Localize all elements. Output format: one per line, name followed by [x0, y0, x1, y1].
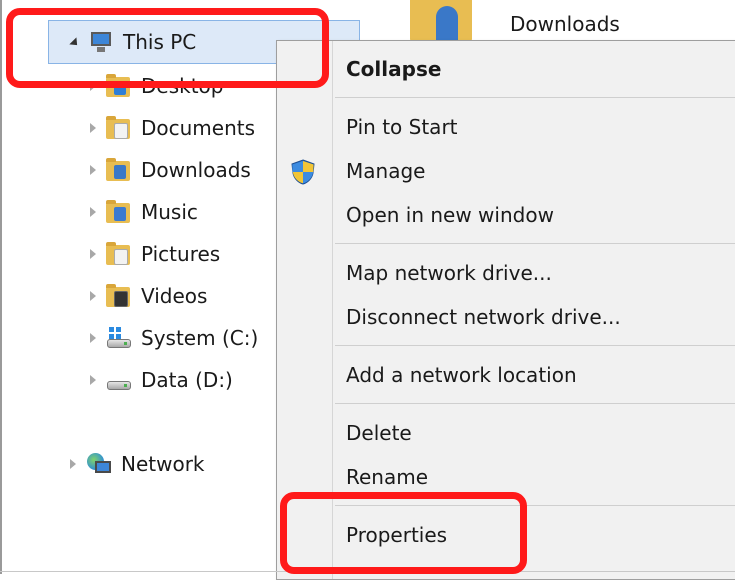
tree-item-downloads[interactable]: Downloads	[86, 152, 251, 188]
tree-item-documents[interactable]: Documents	[86, 110, 255, 146]
collapsed-arrow-icon[interactable]	[86, 123, 100, 133]
menu-item-label: Open in new window	[346, 203, 554, 227]
menu-item-label: Map network drive...	[346, 261, 552, 285]
tree-item-label: Downloads	[141, 158, 251, 182]
tree-item-label: Videos	[141, 284, 208, 308]
network-icon	[86, 451, 112, 477]
annotation-properties-highlight	[280, 492, 527, 574]
menu-item-label: Disconnect network drive...	[346, 305, 621, 329]
menu-item-label: Rename	[346, 465, 429, 489]
tree-item-system-c[interactable]: System (C:)	[86, 320, 258, 356]
tree-item-pictures[interactable]: Pictures	[86, 236, 220, 272]
tree-item-music[interactable]: Music	[86, 194, 198, 230]
videos-folder-icon	[106, 283, 132, 309]
menu-item-rename[interactable]: Rename	[277, 457, 735, 497]
collapsed-arrow-icon[interactable]	[66, 459, 80, 469]
menu-item-label: Add a network location	[346, 363, 577, 387]
menu-separator	[335, 97, 735, 98]
tree-item-data-d[interactable]: Data (D:)	[86, 362, 233, 398]
tree-item-label: Data (D:)	[141, 368, 233, 392]
menu-separator	[335, 345, 735, 346]
menu-item-label: Delete	[346, 421, 412, 445]
tree-item-label: System (C:)	[141, 326, 259, 350]
collapsed-arrow-icon[interactable]	[86, 333, 100, 343]
content-item-downloads-label[interactable]: Downloads	[510, 12, 620, 36]
collapsed-arrow-icon[interactable]	[86, 249, 100, 259]
tree-item-videos[interactable]: Videos	[86, 278, 207, 314]
menu-item-delete[interactable]: Delete	[277, 413, 735, 453]
menu-item-add-network-location[interactable]: Add a network location	[277, 355, 735, 395]
uac-shield-icon	[291, 159, 315, 185]
menu-item-manage[interactable]: Manage	[277, 151, 735, 191]
menu-item-collapse[interactable]: Collapse	[277, 49, 735, 89]
menu-item-open-in-new-window[interactable]: Open in new window	[277, 195, 735, 235]
windows-drive-icon	[106, 325, 132, 351]
documents-folder-icon	[106, 115, 132, 141]
tree-item-label: Network	[121, 452, 205, 476]
menu-separator	[335, 403, 735, 404]
drive-icon	[106, 367, 132, 393]
menu-item-map-network-drive[interactable]: Map network drive...	[277, 253, 735, 293]
collapsed-arrow-icon[interactable]	[86, 291, 100, 301]
menu-separator	[335, 243, 735, 244]
menu-item-label: Pin to Start	[346, 115, 458, 139]
pictures-folder-icon	[106, 241, 132, 267]
downloads-folder-icon	[106, 157, 132, 183]
tree-item-network[interactable]: Network	[66, 446, 205, 482]
music-folder-icon	[106, 199, 132, 225]
tree-item-label: Music	[141, 200, 198, 224]
menu-item-disconnect-network-drive[interactable]: Disconnect network drive...	[277, 297, 735, 337]
menu-item-label: Manage	[346, 159, 426, 183]
menu-item-pin-to-start[interactable]: Pin to Start	[277, 107, 735, 147]
collapsed-arrow-icon[interactable]	[86, 375, 100, 385]
downloads-folder-large-icon[interactable]	[410, 0, 472, 42]
tree-item-label: Documents	[141, 116, 256, 140]
annotation-this-pc-highlight	[6, 8, 329, 88]
collapsed-arrow-icon[interactable]	[86, 165, 100, 175]
collapsed-arrow-icon[interactable]	[86, 207, 100, 217]
tree-item-label: Pictures	[141, 242, 221, 266]
menu-item-label: Collapse	[346, 57, 442, 81]
